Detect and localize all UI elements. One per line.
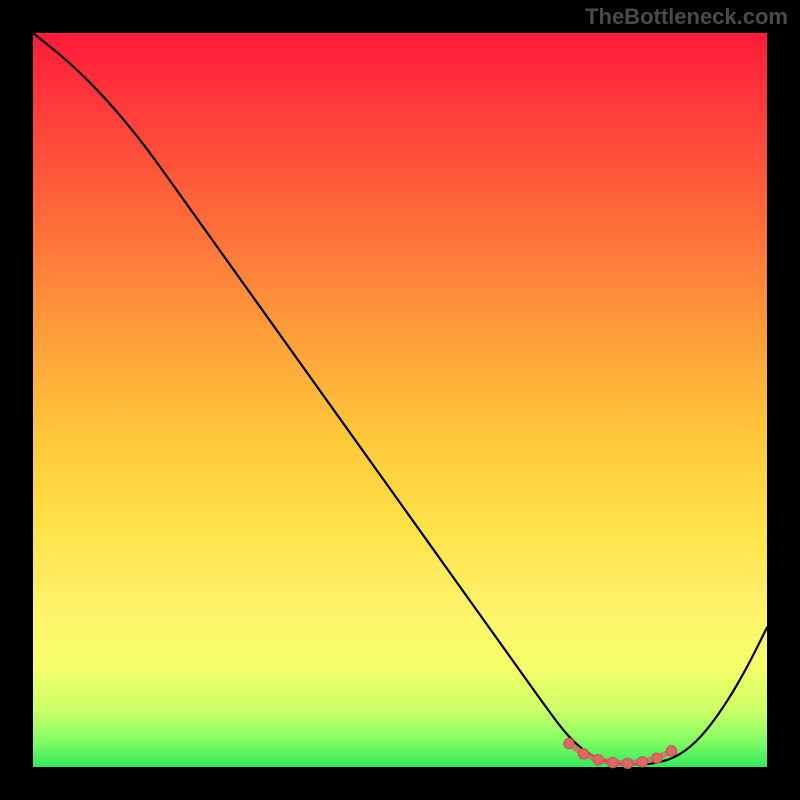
optimal-markers xyxy=(564,738,677,768)
marker-dot xyxy=(608,757,618,767)
watermark-text: TheBottleneck.com xyxy=(585,4,788,30)
marker-dot xyxy=(666,746,676,756)
chart-container: TheBottleneck.com xyxy=(0,0,800,800)
marker-dot xyxy=(593,754,603,764)
marker-dot xyxy=(564,738,574,748)
curve-svg xyxy=(33,33,767,767)
marker-dot xyxy=(637,757,647,767)
bottleneck-curve xyxy=(33,33,767,764)
marker-dot xyxy=(578,749,588,759)
marker-dot xyxy=(652,753,662,763)
plot-area xyxy=(33,33,767,767)
marker-dot xyxy=(622,758,632,768)
